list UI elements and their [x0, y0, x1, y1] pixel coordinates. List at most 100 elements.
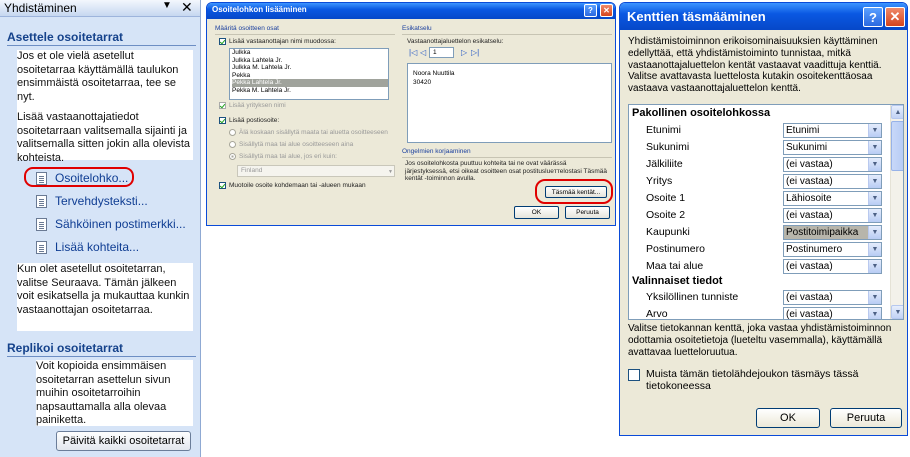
chevron-down-icon: ▼ [868, 175, 881, 188]
radio-icon [229, 129, 236, 136]
field-select-value: (ei vastaa) [786, 309, 833, 320]
cancel-button[interactable]: Peruuta [565, 206, 610, 219]
match-fields-description: Yhdistämistoiminnon erikoisominaisuuksie… [628, 36, 882, 95]
field-select[interactable]: (ei vastaa) ▼ [783, 208, 882, 223]
close-icon[interactable]: ✕ [885, 7, 905, 27]
ok-button[interactable]: OK [514, 206, 559, 219]
radio-never-include-country[interactable]: Älä koskaan sisällytä maata tai aluetta … [229, 129, 388, 136]
radio-include-if-different[interactable]: Sisällytä maa tai alue, jos eri kuin: [229, 153, 337, 160]
close-icon[interactable]: ✕ [600, 4, 613, 17]
field-label: Jälkiliite [646, 158, 683, 170]
recipient-name-checkbox[interactable]: Lisää vastaanottajan nimi muodossa: [219, 38, 336, 45]
company-name-checkbox[interactable]: Lisää yrityksen nimi [219, 102, 286, 109]
chevron-down-icon: ▼ [388, 169, 393, 175]
radio-selected-icon [229, 153, 236, 160]
chevron-down-icon: ▼ [868, 260, 881, 273]
list-item[interactable]: Julkka M. Lahtela Jr. [232, 64, 388, 72]
postal-address-checkbox[interactable]: Lisää postiosoite: [219, 117, 279, 124]
instruction-para-3: Kun olet asetellut osoitetarran, valitse… [17, 263, 190, 316]
electronic-postage-link-label: Sähköinen postimerkki... [55, 217, 186, 231]
section-heading-replicate: Replikoi osoitetarrat [7, 341, 196, 357]
next-step-text: Kun olet asetellut osoitetarran, valitse… [17, 263, 193, 331]
scroll-up-icon[interactable]: ▲ [891, 105, 903, 119]
more-items-icon [36, 240, 47, 254]
field-select[interactable]: (ei vastaa) ▼ [783, 290, 882, 305]
field-row-unique-id: Yksilöllinen tunniste (ei vastaa) ▼ [629, 290, 887, 306]
instruction-para-2: Lisää vastaanottajatiedot osoitetarraan … [17, 111, 191, 164]
name-format-list[interactable]: Julkka Julkka Lahtela Jr. Julkka M. Laht… [229, 48, 389, 100]
field-select[interactable]: Postitoimipaikka ▼ [783, 225, 882, 240]
highlight-circle [535, 179, 613, 204]
section-heading-layout: Asettele osoitetarrat [7, 30, 196, 46]
radio-always-include-country[interactable]: Sisällytä maa tai alue osoitteeseen aina [229, 141, 353, 148]
country-select[interactable]: Finland ▼ [237, 165, 395, 177]
format-address-checkbox[interactable]: Muotoile osoite kohdemaan tai -alueen mu… [219, 182, 366, 189]
field-select[interactable]: Etunimi ▼ [783, 123, 882, 138]
field-select[interactable]: (ei vastaa) ▼ [783, 174, 882, 189]
field-select-value: (ei vastaa) [786, 292, 833, 303]
match-fields-note: Valitse tietokannan kenttä, joka vastaa … [628, 323, 892, 358]
dialog1-titlebar: Osoitelohkon lisääminen ? ✕ [207, 3, 615, 19]
field-select[interactable]: (ei vastaa) ▼ [783, 157, 882, 172]
field-label: Sukunimi [646, 141, 690, 153]
scroll-thumb[interactable] [891, 121, 903, 171]
update-all-labels-button[interactable]: Päivitä kaikki osoitetarrat [56, 431, 191, 451]
list-item[interactable]: Pekka M. Lahtela Jr. [232, 87, 388, 95]
next-record-icon[interactable]: ▷ [461, 48, 467, 57]
list-item-selected[interactable]: Pekka Lahtela Jr. [232, 79, 388, 87]
field-list-scrollbar[interactable]: ▲ ▼ [890, 105, 903, 319]
scroll-down-icon[interactable]: ▼ [891, 305, 903, 319]
last-record-icon[interactable]: ▷| [471, 48, 479, 57]
field-select[interactable]: Sukunimi ▼ [783, 140, 882, 155]
list-item[interactable]: Julkka Lahtela Jr. [232, 57, 388, 65]
help-icon[interactable]: ? [863, 7, 883, 27]
checkbox-checked-icon [219, 117, 226, 124]
first-record-icon[interactable]: |◁ [409, 48, 417, 57]
cancel-button[interactable]: Peruuta [830, 408, 902, 428]
task-pane-close-icon[interactable]: ✕ [181, 0, 193, 16]
field-row-address-2: Osoite 2 (ei vastaa) ▼ [629, 208, 887, 224]
field-select[interactable]: Postinumero ▼ [783, 242, 882, 257]
format-address-checkbox-label: Muotoile osoite kohdemaan tai -alueen mu… [229, 182, 366, 190]
task-pane-title: Yhdistäminen [4, 1, 77, 15]
more-items-link[interactable]: Lisää kohteita... [36, 238, 139, 256]
field-label: Kaupunki [646, 226, 690, 238]
recipient-name-checkbox-label: Lisää vastaanottajan nimi muodossa: [229, 38, 336, 46]
field-label: Etunimi [646, 124, 682, 136]
field-select-value: Etunimi [786, 125, 820, 136]
help-icon[interactable]: ? [584, 4, 597, 17]
fix-problems-group-label: Ongelmien korjaaminen [402, 148, 471, 155]
chevron-down-icon: ▼ [868, 308, 881, 319]
instruction-para-4: Voit kopioida ensimmäisen osoitetarran a… [36, 360, 171, 426]
optional-fields-header: Valinnaiset tiedot [632, 275, 723, 287]
checkbox-checked-icon [219, 102, 226, 109]
field-label: Yksilöllinen tunniste [646, 291, 739, 303]
list-item[interactable]: Pekka [232, 72, 388, 80]
field-label: Yritys [646, 175, 673, 187]
greeting-line-link[interactable]: Tervehdysteksti... [36, 192, 148, 210]
prev-record-icon[interactable]: ◁ [420, 48, 426, 57]
address-preview-box: Noora Nuuttila 30420 [407, 63, 612, 143]
field-select[interactable]: Lähiosoite ▼ [783, 191, 882, 206]
checkbox-unchecked-icon [628, 369, 640, 381]
chevron-down-icon: ▼ [868, 209, 881, 222]
remember-matching-checkbox[interactable]: Muista tämän tietolähdejoukon täsmäys tä… [628, 368, 904, 392]
dialog2-title: Kenttien täsmääminen [627, 9, 766, 24]
preview-label: Vastaanottajaluettelon esikatselu: [407, 38, 504, 45]
dialog2-titlebar: Kenttien täsmääminen ? ✕ [620, 3, 907, 30]
electronic-postage-link[interactable]: Sähköinen postimerkki... [36, 215, 186, 233]
greeting-line-link-label: Tervehdysteksti... [55, 194, 148, 208]
list-item[interactable]: Julkka [232, 49, 388, 57]
field-row-company: Yritys (ei vastaa) ▼ [629, 174, 887, 190]
field-select[interactable]: (ei vastaa) ▼ [783, 307, 882, 320]
field-row-postal-code: Postinumero Postinumero ▼ [629, 242, 887, 258]
field-label: Osoite 1 [646, 192, 686, 204]
field-row-last-name: Sukunimi Sukunimi ▼ [629, 140, 887, 156]
radio-different-label: Sisällytä maa tai alue, jos eri kuin: [239, 153, 337, 161]
record-number-input[interactable]: 1 [429, 47, 454, 58]
group-divider [215, 34, 395, 35]
task-pane-menu-icon[interactable]: ▼ [162, 0, 172, 11]
ok-button[interactable]: OK [756, 408, 820, 428]
replicate-text: Voit kopioida ensimmäisen osoitetarran a… [36, 360, 193, 426]
field-select[interactable]: (ei vastaa) ▼ [783, 259, 882, 274]
